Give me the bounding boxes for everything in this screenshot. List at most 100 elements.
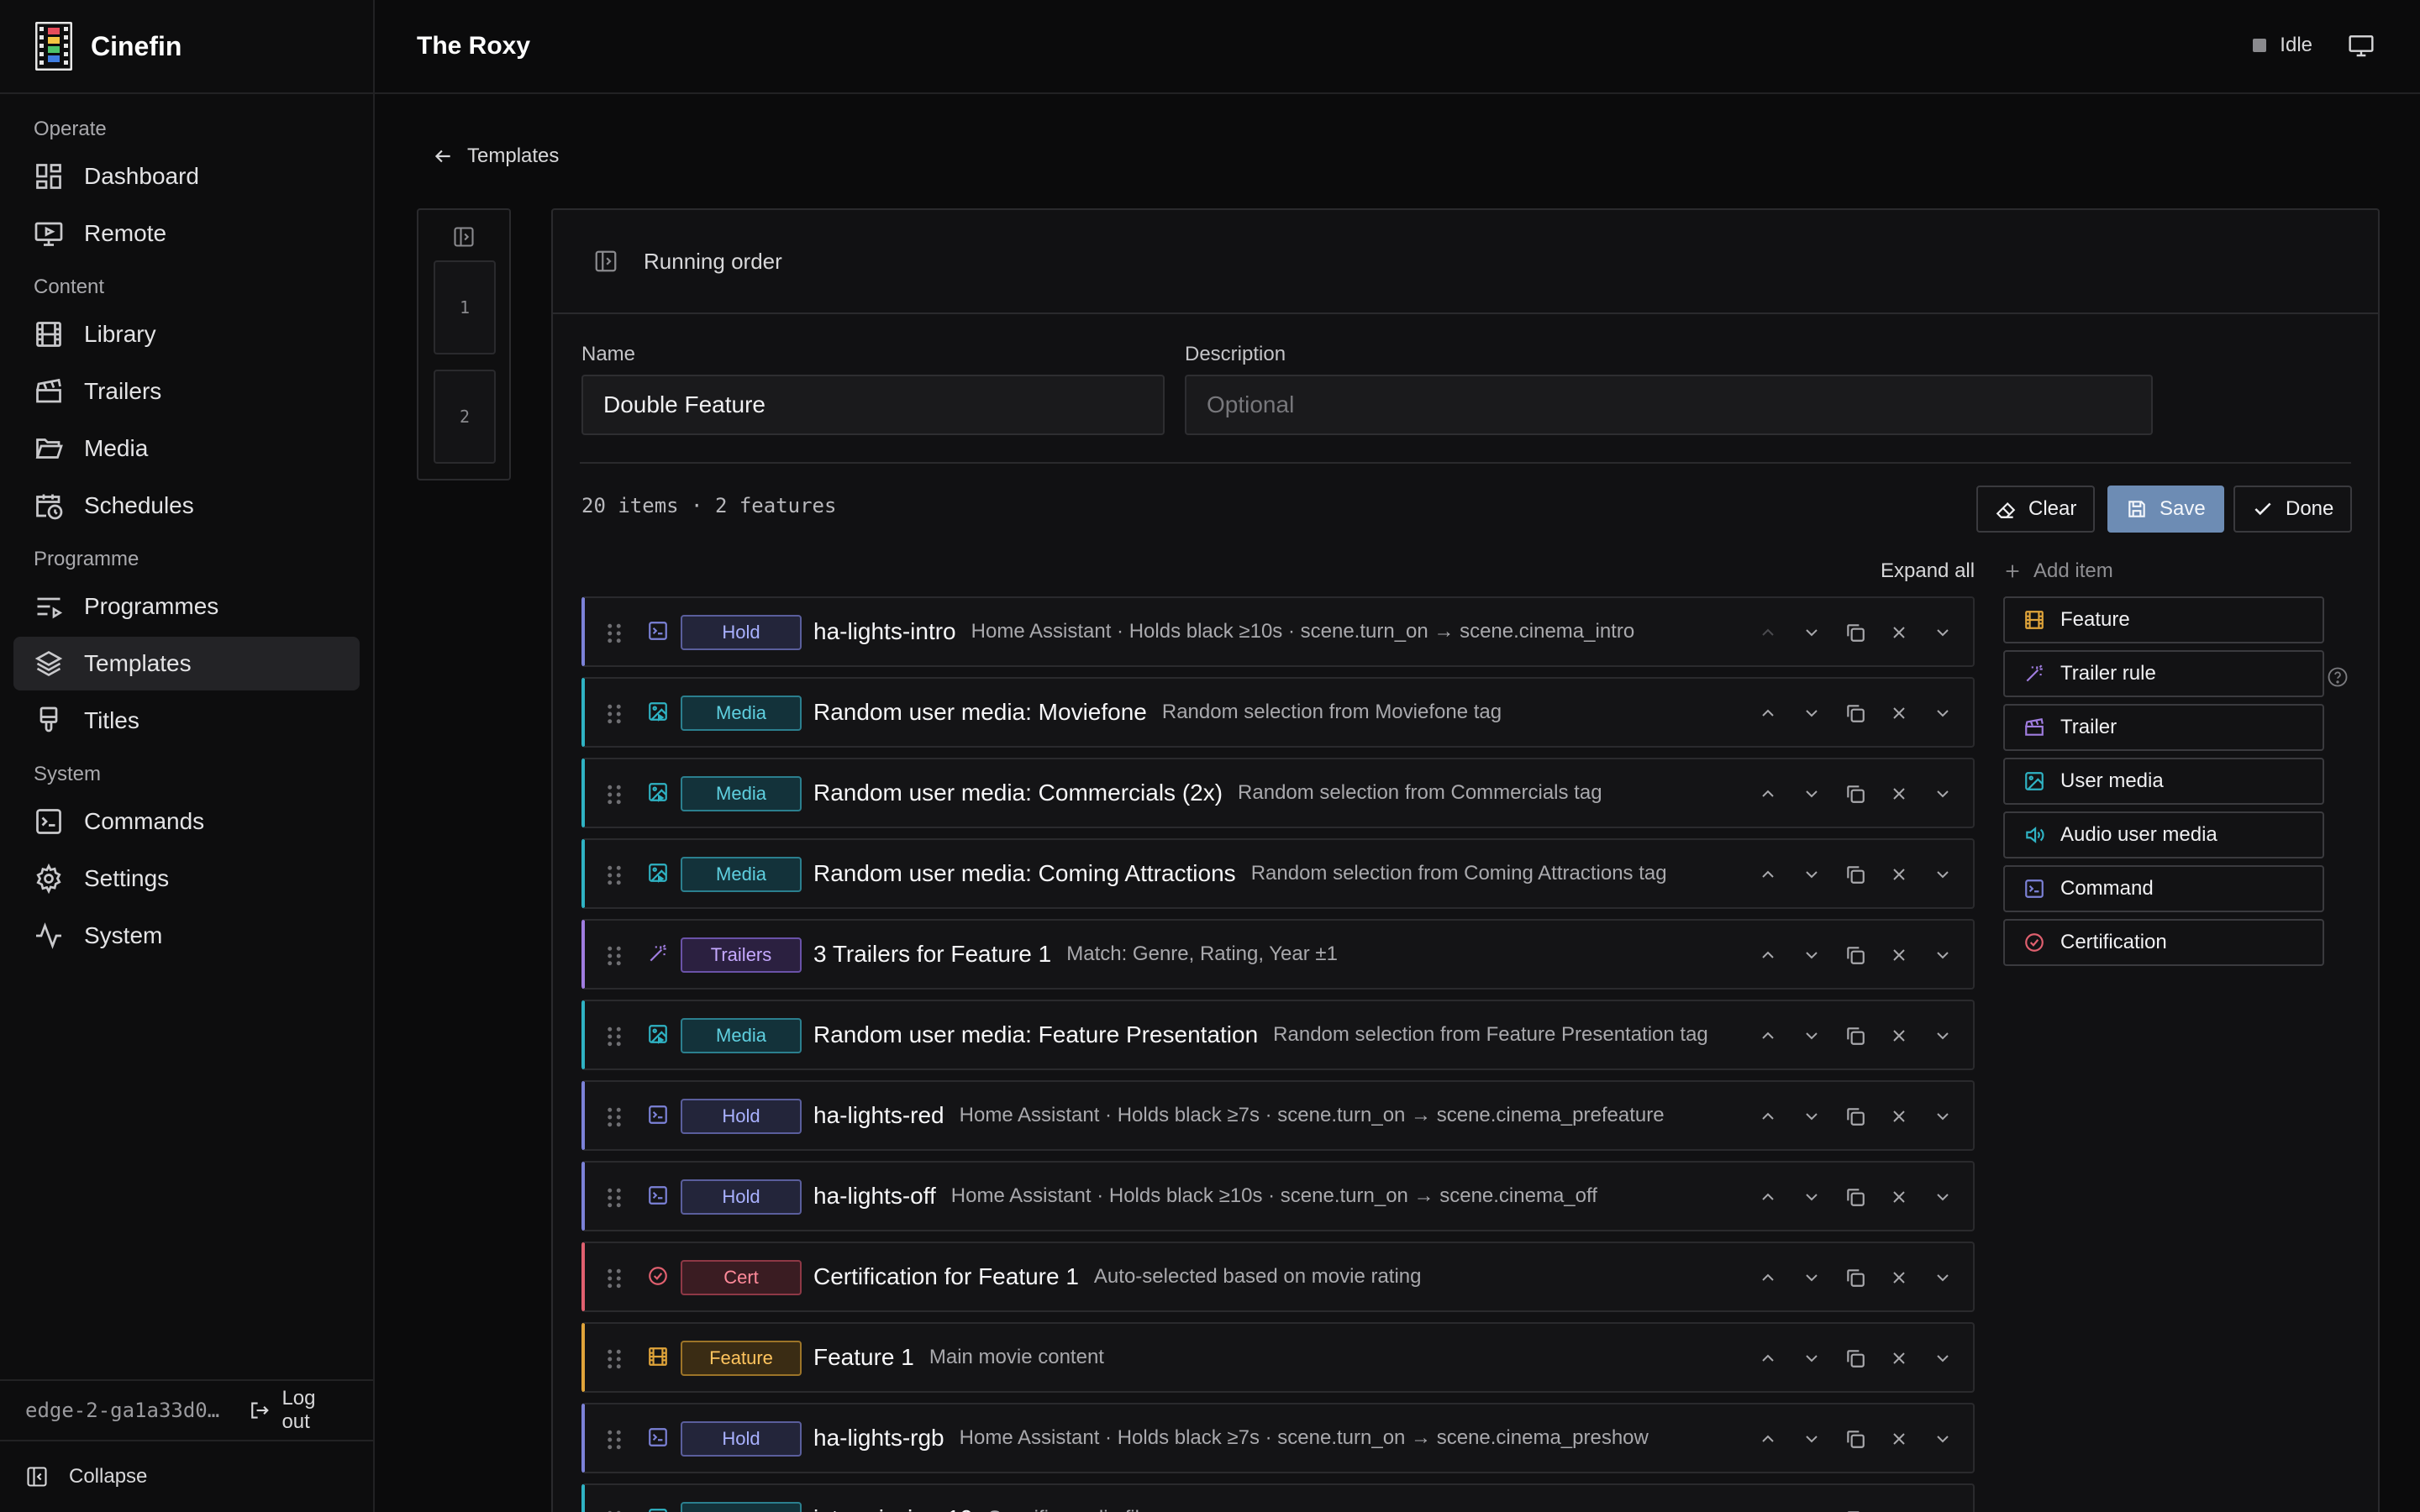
running-order-item[interactable]: Media Random user media: Coming Attractio… xyxy=(581,838,1975,909)
duplicate-icon[interactable] xyxy=(1833,1509,1877,1512)
drag-handle-icon[interactable] xyxy=(605,1105,623,1129)
move-down-icon[interactable] xyxy=(1790,784,1833,804)
sidebar-item-templates[interactable]: Templates xyxy=(13,637,360,690)
move-down-icon[interactable] xyxy=(1790,945,1833,965)
expand-icon[interactable] xyxy=(1921,784,1965,804)
add-trailer-rule-button[interactable]: Trailer rule xyxy=(2003,650,2324,697)
sidebar-item-dashboard[interactable]: Dashboard xyxy=(13,150,360,203)
panel-toggle-icon[interactable] xyxy=(452,225,476,249)
expand-icon[interactable] xyxy=(1921,1429,1965,1449)
remove-icon[interactable] xyxy=(1877,1187,1921,1207)
drag-handle-icon[interactable] xyxy=(605,1025,623,1048)
duplicate-icon[interactable] xyxy=(1833,1347,1877,1369)
remove-icon[interactable] xyxy=(1877,1348,1921,1368)
duplicate-icon[interactable] xyxy=(1833,622,1877,643)
move-down-icon[interactable] xyxy=(1790,1187,1833,1207)
expand-icon[interactable] xyxy=(1921,703,1965,723)
drag-handle-icon[interactable] xyxy=(605,864,623,887)
sidebar-item-commands[interactable]: Commands xyxy=(13,795,360,848)
sidebar-item-settings[interactable]: Settings xyxy=(13,852,360,906)
back-link[interactable]: Templates xyxy=(432,144,559,168)
expand-icon[interactable] xyxy=(1921,864,1965,885)
remove-icon[interactable] xyxy=(1877,1268,1921,1288)
duplicate-icon[interactable] xyxy=(1833,1267,1877,1289)
add-command-button[interactable]: Command xyxy=(2003,865,2324,912)
remove-icon[interactable] xyxy=(1877,1106,1921,1126)
description-input[interactable] xyxy=(1185,375,2153,435)
remove-icon[interactable] xyxy=(1877,703,1921,723)
remove-icon[interactable] xyxy=(1877,1429,1921,1449)
running-order-item[interactable]: Media Random user media: Feature Presenta… xyxy=(581,1000,1975,1070)
move-up-icon[interactable] xyxy=(1746,1187,1790,1207)
running-order-item[interactable]: Trailers 3 Trailers for Feature 1 Match: G… xyxy=(581,919,1975,990)
running-order-item[interactable]: Media Random user media: Commercials (2x)… xyxy=(581,758,1975,828)
help-icon[interactable] xyxy=(2326,665,2349,689)
outline-slot-2[interactable]: 2 xyxy=(434,370,496,464)
expand-icon[interactable] xyxy=(1921,1187,1965,1207)
duplicate-icon[interactable] xyxy=(1833,1428,1877,1450)
move-up-icon[interactable] xyxy=(1746,1268,1790,1288)
move-up-icon[interactable] xyxy=(1746,703,1790,723)
move-up-icon[interactable] xyxy=(1746,1106,1790,1126)
done-button[interactable]: Done xyxy=(2233,486,2353,533)
move-down-icon[interactable] xyxy=(1790,1026,1833,1046)
drag-handle-icon[interactable] xyxy=(605,1267,623,1290)
drag-handle-icon[interactable] xyxy=(605,783,623,806)
move-down-icon[interactable] xyxy=(1790,1348,1833,1368)
drag-handle-icon[interactable] xyxy=(605,622,623,645)
drag-handle-icon[interactable] xyxy=(605,1428,623,1452)
expand-icon[interactable] xyxy=(1921,1268,1965,1288)
move-down-icon[interactable] xyxy=(1790,1429,1833,1449)
duplicate-icon[interactable] xyxy=(1833,1025,1877,1047)
move-up-icon[interactable] xyxy=(1746,1429,1790,1449)
duplicate-icon[interactable] xyxy=(1833,944,1877,966)
name-input[interactable] xyxy=(581,375,1165,435)
move-up-icon[interactable] xyxy=(1746,945,1790,965)
move-down-icon[interactable] xyxy=(1790,1268,1833,1288)
remove-icon[interactable] xyxy=(1877,1026,1921,1046)
brand[interactable]: Cinefin xyxy=(0,0,373,94)
add-audio-user-media-button[interactable]: Audio user media xyxy=(2003,811,2324,858)
add-trailer-button[interactable]: Trailer xyxy=(2003,704,2324,751)
sidebar-item-schedules[interactable]: Schedules xyxy=(13,479,360,533)
move-up-icon[interactable] xyxy=(1746,622,1790,643)
collapse-button[interactable]: Collapse xyxy=(0,1440,373,1512)
remove-icon[interactable] xyxy=(1877,622,1921,643)
add-user-media-button[interactable]: User media xyxy=(2003,758,2324,805)
move-up-icon[interactable] xyxy=(1746,1348,1790,1368)
add-feature-button[interactable]: Feature xyxy=(2003,596,2324,643)
drag-handle-icon[interactable] xyxy=(605,702,623,726)
sidebar-item-titles[interactable]: Titles xyxy=(13,694,360,748)
sidebar-toggle-icon[interactable] xyxy=(593,249,618,274)
running-order-item[interactable]: Hold ha-lights-intro Home Assistant · Hold… xyxy=(581,596,1975,667)
move-up-icon[interactable] xyxy=(1746,1026,1790,1046)
expand-icon[interactable] xyxy=(1921,1348,1965,1368)
duplicate-icon[interactable] xyxy=(1833,864,1877,885)
drag-handle-icon[interactable] xyxy=(605,1347,623,1371)
move-down-icon[interactable] xyxy=(1790,622,1833,643)
logout-button[interactable]: Log out xyxy=(249,1387,348,1434)
running-order-item[interactable]: Hold ha-lights-red Home Assistant · Holds … xyxy=(581,1080,1975,1151)
clear-button[interactable]: Clear xyxy=(1976,486,2096,533)
outline-slot-1[interactable]: 1 xyxy=(434,260,496,354)
sidebar-item-system[interactable]: System xyxy=(13,909,360,963)
drag-handle-icon[interactable] xyxy=(605,944,623,968)
sidebar-item-trailers[interactable]: Trailers xyxy=(13,365,360,418)
expand-icon[interactable] xyxy=(1921,1026,1965,1046)
add-certification-button[interactable]: Certification xyxy=(2003,919,2324,966)
running-order-item[interactable]: Media Random user media: Moviefone Random … xyxy=(581,677,1975,748)
running-order-item[interactable]: Media intermission-10 Specific media file xyxy=(581,1483,1975,1512)
sidebar-item-library[interactable]: Library xyxy=(13,307,360,361)
expand-icon[interactable] xyxy=(1921,622,1965,643)
move-down-icon[interactable] xyxy=(1790,1106,1833,1126)
move-up-icon[interactable] xyxy=(1746,784,1790,804)
sidebar-item-remote[interactable]: Remote xyxy=(13,207,360,260)
running-order-item[interactable]: Hold ha-lights-rgb Home Assistant · Holds … xyxy=(581,1403,1975,1473)
expand-all-button[interactable]: Expand all xyxy=(1881,559,1975,583)
save-button[interactable]: Save xyxy=(2107,486,2224,533)
expand-icon[interactable] xyxy=(1921,945,1965,965)
duplicate-icon[interactable] xyxy=(1833,783,1877,805)
drag-handle-icon[interactable] xyxy=(605,1509,623,1512)
remove-icon[interactable] xyxy=(1877,864,1921,885)
sidebar-item-media[interactable]: Media xyxy=(13,422,360,475)
